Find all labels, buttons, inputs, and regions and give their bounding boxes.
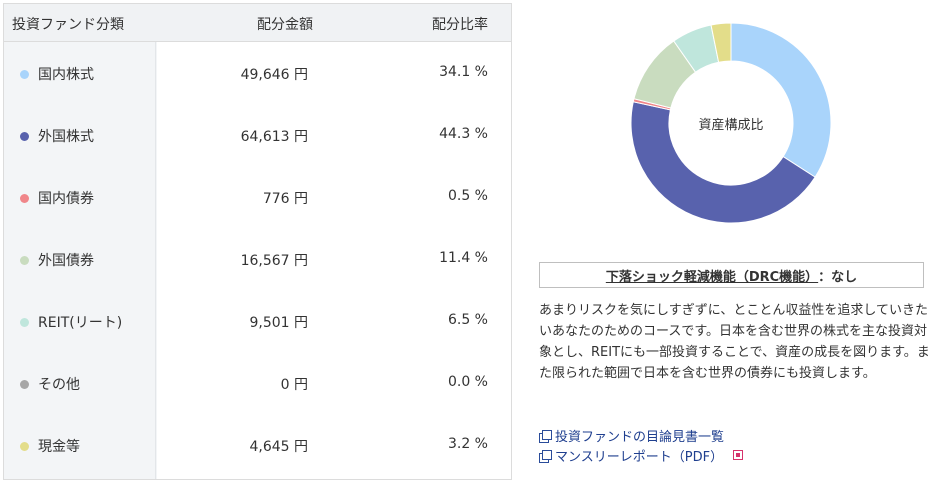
donut-slice-2 (630, 101, 816, 224)
row-ratio: 44.3 % (439, 126, 488, 142)
row-ratio: 0.5 % (447, 188, 488, 204)
table-row: 外国債券 16,567 円 11.4 % (4, 228, 511, 290)
table-row: 外国株式 64,613 円 44.3 % (4, 104, 511, 166)
row-ratio: 11.4 % (439, 250, 488, 266)
portfolio-allocation-panel: 投資ファンド分類 配分金額 配分比率 国内株式 49,646 円 34.1 % … (0, 0, 937, 485)
row-category-name: 外国債券 (38, 253, 94, 269)
donut-chart-svg (630, 22, 832, 224)
legend-dot-icon (20, 69, 29, 79)
prospectus-link-text[interactable]: 投資ファンドの目論見書一覧 (555, 426, 724, 445)
row-amount: 776 円 (262, 191, 308, 207)
row-amount: 0 円 (280, 377, 308, 393)
legend-dot-icon (20, 255, 29, 265)
row-amount: 4,645 円 (249, 439, 308, 455)
row-amount: 16,567 円 (240, 253, 308, 269)
row-category-name: REIT(リート) (38, 315, 123, 331)
legend-dot-icon (20, 441, 29, 451)
legend-dot-icon (20, 193, 29, 203)
drc-value: ：なし (818, 269, 858, 285)
row-category-name: 国内株式 (38, 67, 94, 83)
external-window-icon (539, 449, 552, 463)
row-amount: 64,613 円 (240, 129, 308, 145)
row-category-name: 現金等 (38, 439, 80, 455)
row-ratio: 6.5 % (447, 312, 488, 328)
monthly-report-link[interactable]: マンスリーレポート（PDF） (539, 445, 744, 465)
prospectus-link[interactable]: 投資ファンドの目論見書一覧 (539, 425, 743, 445)
row-ratio: 0.0 % (447, 374, 488, 390)
allocation-table: 投資ファンド分類 配分金額 配分比率 国内株式 49,646 円 34.1 % … (3, 3, 512, 480)
legend-dot-icon (20, 379, 29, 389)
asset-composition-chart: 資産構成比 (630, 22, 832, 224)
pdf-icon (733, 450, 744, 460)
table-row: 国内株式 49,646 円 34.1 % (4, 42, 511, 104)
links-list: 投資ファンドの目論見書一覧 マンスリーレポート（PDF） (539, 425, 744, 465)
row-category-name: 国内債券 (38, 191, 94, 207)
legend-dot-icon (20, 317, 29, 327)
table-row: 現金等 4,645 円 3.2 % (4, 414, 511, 476)
row-category-name: その他 (38, 377, 80, 393)
legend-dot-icon (20, 131, 29, 141)
row-amount: 49,646 円 (240, 67, 308, 83)
external-window-icon (539, 429, 552, 443)
course-description: あまりリスクを気にしすぎずに、とことん収益性を追求していきたいあなたのためのコー… (539, 303, 930, 381)
header-fund-category: 投資ファンド分類 (12, 17, 124, 33)
row-ratio: 34.1 % (439, 64, 488, 80)
monthly-report-link-text[interactable]: マンスリーレポート（PDF） (555, 446, 723, 465)
header-allocation-amount: 配分金額 (257, 17, 313, 33)
table-row: 国内債券 776 円 0.5 % (4, 166, 511, 228)
drc-status-box: 下落ショック軽減機能（DRC機能） ：なし (539, 262, 924, 288)
table-header: 投資ファンド分類 配分金額 配分比率 (4, 4, 511, 42)
row-category-name: 外国株式 (38, 129, 94, 145)
row-ratio: 3.2 % (447, 436, 488, 452)
row-amount: 9,501 円 (249, 315, 308, 331)
donut-slice-1 (730, 22, 832, 178)
header-allocation-ratio: 配分比率 (432, 17, 488, 33)
table-row: その他 0 円 0.0 % (4, 352, 511, 414)
drc-label: 下落ショック軽減機能（DRC機能） (605, 269, 819, 285)
table-row: REIT(リート) 9,501 円 6.5 % (4, 290, 511, 352)
